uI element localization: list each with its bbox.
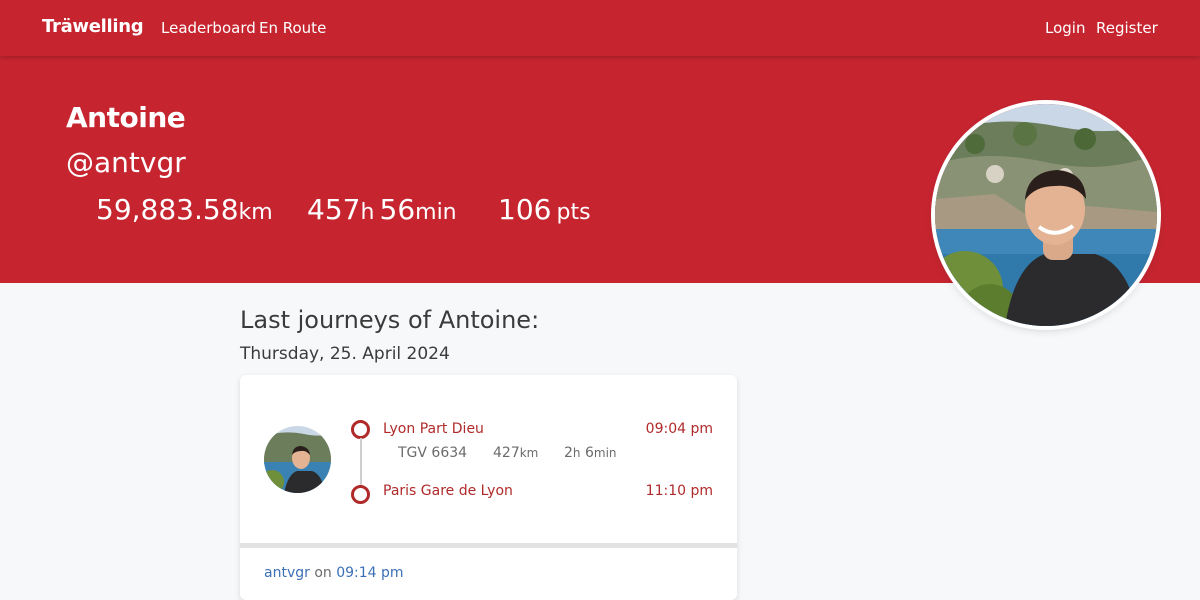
journey-timeline	[360, 438, 362, 488]
stat-distance: 59,883.58km	[96, 193, 273, 226]
stat-distance-value: 59,883.58	[96, 193, 239, 226]
stat-distance-unit: km	[238, 200, 273, 225]
brand-logo-link[interactable]: Träwelling	[42, 16, 144, 37]
journey-distance-unit: km	[519, 446, 539, 460]
journeys-date: Thursday, 25. April 2024	[240, 344, 450, 364]
journey-duration: 2h 6min	[564, 445, 617, 461]
journeys-title: Last journeys of Antoine:	[240, 306, 540, 334]
train-number: TGV 6634	[398, 445, 468, 461]
journey-user-link[interactable]: antvgr	[264, 565, 310, 581]
journey-card[interactable]: Lyon Part Dieu 09:04 pm TGV 6634 427km 2…	[240, 375, 737, 600]
origin-stop-icon	[351, 420, 370, 439]
card-divider	[240, 543, 737, 548]
navbar: Träwelling Leaderboard En Route Login Re…	[0, 0, 1200, 56]
departure-time: 09:04 pm	[645, 421, 713, 437]
destination-station-link[interactable]: Paris Gare de Lyon	[383, 483, 513, 499]
journey-distance-value: 427	[493, 445, 520, 461]
origin-station-link[interactable]: Lyon Part Dieu	[383, 421, 484, 437]
profile-handle: @antvgr	[66, 146, 186, 179]
stat-duration-minutes-unit: min	[415, 200, 457, 225]
stat-duration-minutes: 56	[379, 193, 416, 226]
journey-posted-time-link[interactable]: 09:14 pm	[336, 565, 403, 581]
nav-leaderboard-link[interactable]: Leaderboard	[161, 19, 256, 37]
journey-duration-minutes: 6	[584, 445, 594, 461]
journey-user-avatar-photo	[264, 426, 331, 493]
journey-user-avatar[interactable]	[264, 426, 331, 493]
journey-footer: antvgr on 09:14 pm	[264, 565, 404, 581]
journey-footer-on: on	[314, 565, 332, 581]
login-link[interactable]: Login	[1045, 19, 1085, 37]
arrival-time: 11:10 pm	[645, 483, 713, 499]
stat-points: 106 pts	[498, 193, 591, 226]
journey-duration-hours-unit: h	[572, 446, 581, 460]
profile-avatar	[935, 104, 1157, 326]
stat-duration-hours: 457	[307, 193, 361, 226]
journey-duration-minutes-unit: min	[593, 446, 617, 460]
stat-duration: 457h 56min	[307, 193, 457, 226]
profile-avatar-photo	[935, 104, 1157, 326]
stat-points-unit: pts	[556, 200, 591, 225]
destination-stop-icon	[351, 485, 370, 504]
stat-duration-hours-unit: h	[360, 200, 375, 225]
nav-en-route-link[interactable]: En Route	[259, 19, 326, 37]
journey-duration-hours: 2	[564, 445, 573, 461]
stat-points-value: 106	[498, 193, 552, 226]
profile-name: Antoine	[66, 101, 186, 134]
journey-distance: 427km	[493, 445, 538, 461]
register-link[interactable]: Register	[1096, 19, 1158, 37]
